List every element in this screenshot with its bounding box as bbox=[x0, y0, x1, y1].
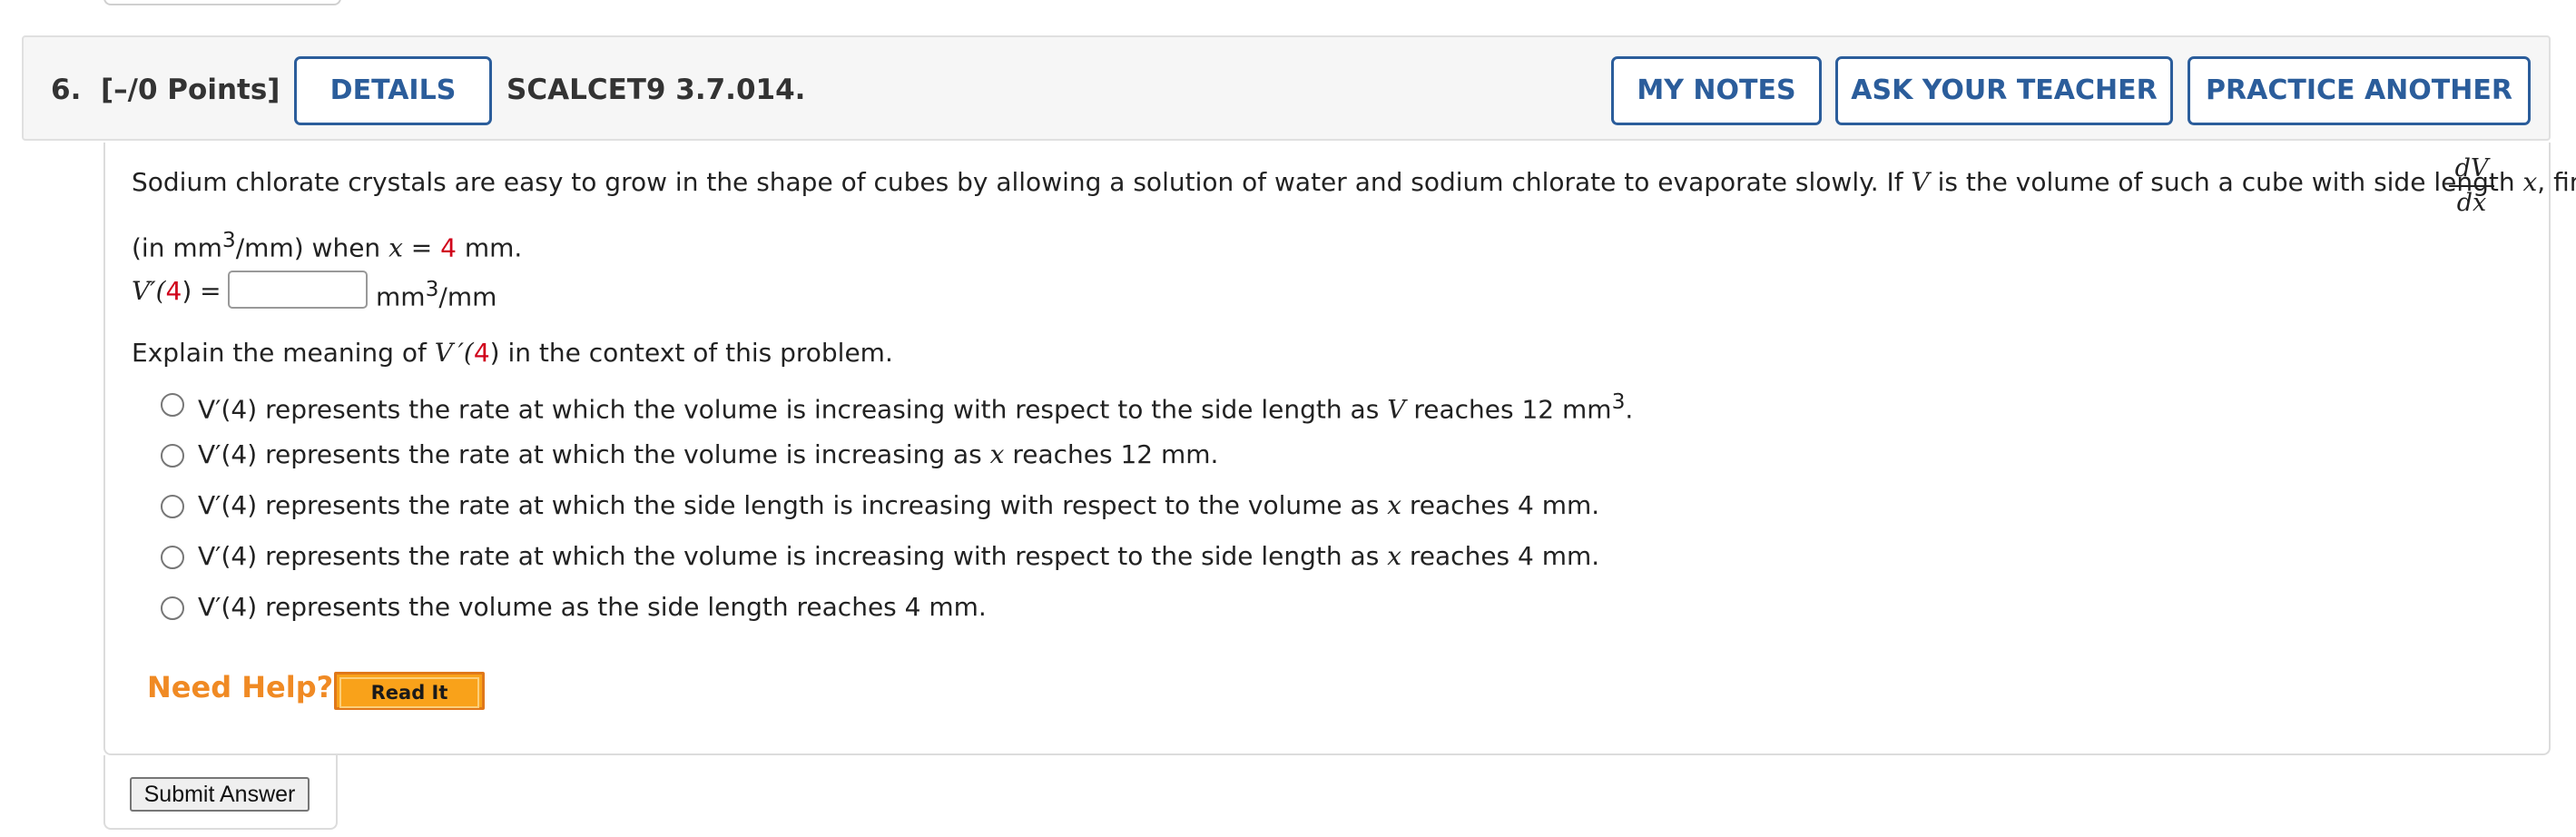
derivative-fraction: dV dx bbox=[2449, 153, 2494, 220]
explain-prompt: Explain the meaning of V ′(4) in the con… bbox=[132, 338, 893, 368]
option-label-3[interactable]: V′(4) represents the rate at which the s… bbox=[198, 490, 1599, 520]
option-radio-5[interactable] bbox=[161, 596, 184, 620]
option-label-5[interactable]: V′(4) represents the volume as the side … bbox=[198, 592, 987, 622]
problem-statement-line2: (in mm3/mm) when x = 4 mm. bbox=[132, 227, 523, 263]
question-header: 6. [–/0 Points] DETAILS SCALCET9 3.7.014… bbox=[22, 35, 2551, 141]
option-radio-4[interactable] bbox=[161, 546, 184, 569]
answer-input[interactable] bbox=[228, 271, 368, 309]
answer-label: V′(4) = bbox=[132, 276, 221, 306]
question-number-points: 6. [–/0 Points] bbox=[51, 74, 280, 106]
option-label-2[interactable]: V′(4) represents the rate at which the v… bbox=[198, 439, 1218, 469]
ask-your-teacher-button[interactable]: ASK YOUR TEACHER bbox=[1835, 56, 2173, 125]
option-label-1[interactable]: V′(4) represents the rate at which the v… bbox=[198, 389, 1633, 424]
answer-unit: mm3/mm bbox=[376, 276, 497, 312]
previous-question-tab bbox=[103, 0, 341, 5]
practice-another-button[interactable]: PRACTICE ANOTHER bbox=[2188, 56, 2531, 125]
submit-answer-button[interactable]: Submit Answer bbox=[130, 777, 310, 812]
problem-statement-line1: Sodium chlorate crystals are easy to gro… bbox=[132, 167, 2576, 197]
read-it-label: Read It bbox=[339, 677, 479, 708]
option-label-4[interactable]: V′(4) represents the rate at which the v… bbox=[198, 541, 1599, 571]
read-it-button[interactable]: Read It bbox=[334, 672, 485, 710]
my-notes-button[interactable]: MY NOTES bbox=[1611, 56, 1822, 125]
option-radio-1[interactable] bbox=[161, 393, 184, 417]
need-help-label: Need Help? bbox=[147, 670, 334, 704]
option-radio-2[interactable] bbox=[161, 444, 184, 468]
source-id: SCALCET9 3.7.014. bbox=[506, 74, 806, 106]
details-button[interactable]: DETAILS bbox=[294, 56, 492, 125]
option-radio-3[interactable] bbox=[161, 495, 184, 518]
